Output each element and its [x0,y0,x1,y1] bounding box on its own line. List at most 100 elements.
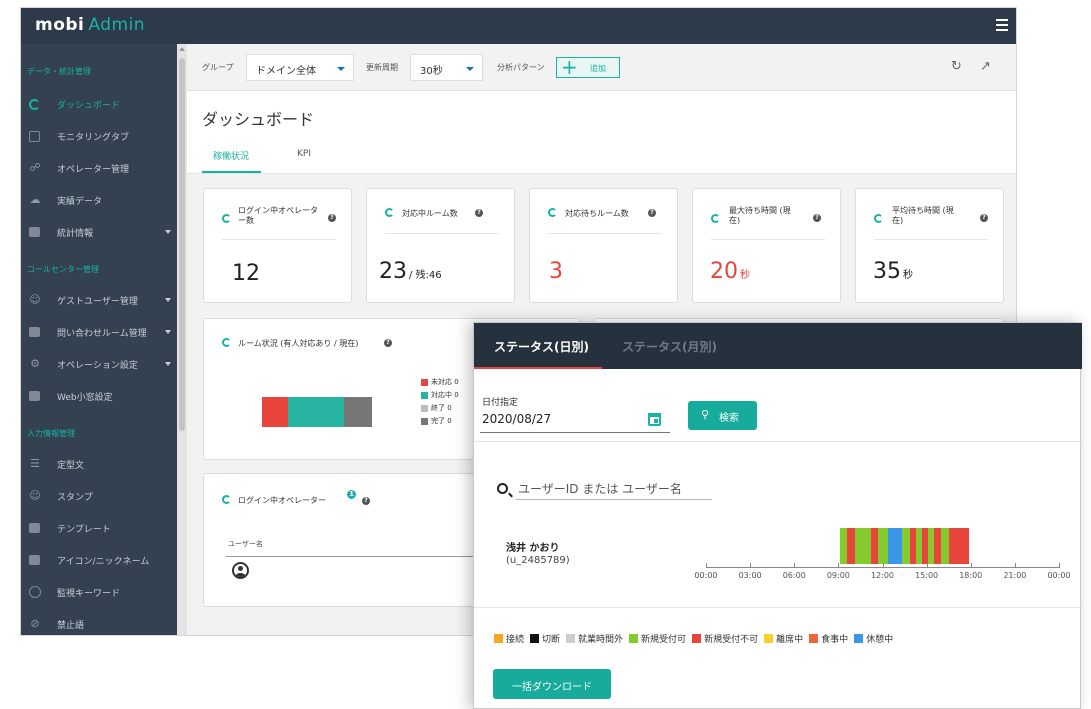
timeline-tick-label: 15:00 [915,571,939,580]
scrollbar-thumb[interactable] [179,58,185,431]
image-icon [29,523,40,533]
sidebar-item-label: 監視キーワード [57,588,121,599]
help-icon[interactable]: ? [813,214,821,222]
room-status-title: ルーム状況 (有人対応あり / 現在) [238,339,359,348]
sidebar-item-stamps[interactable]: ☺ スタンプ [21,482,177,510]
smiley-icon: ☺ [29,489,41,502]
bulk-download-button[interactable]: 一括ダウンロード [493,669,611,699]
legend-item: 食事中 [809,632,848,645]
sidebar-item-results[interactable]: ☁ 実績データ [21,186,177,214]
external-link-icon[interactable]: ↗ [980,59,991,74]
sidebar-item-icon-nickname[interactable]: アイコン/ニックネーム [21,546,177,574]
sidebar: データ・統計管理 ダッシュボード モニタリングタブ ☍ オペレーター管理 ☁ 実績デ… [21,44,177,635]
operators-title: ログイン中オペレーター [238,496,326,505]
help-icon[interactable]: ? [648,209,656,217]
timeline-tick-label: 00:00 [694,571,718,580]
sidebar-item-templates-text[interactable]: ☰ 定型文 [21,450,177,478]
help-icon[interactable]: ? [362,497,370,505]
legend-swatch [566,634,576,643]
kpi-value: 3 [549,259,563,284]
cloud-upload-icon: ☁ [29,193,41,206]
group-select[interactable]: ドメイン全体 [246,54,354,81]
kpi-label: 平均待ち時間 (現在) [892,206,954,225]
timeline-segment [933,528,942,564]
top-bar: mobi Admin [21,8,1016,44]
timeline-user-name: 浅井 かおり [506,543,560,554]
app-logo[interactable]: mobi Admin [35,15,145,35]
legend-item: 休憩中 [854,632,893,645]
sidebar-item-monitoring[interactable]: モニタリングタブ [21,122,177,150]
section-divider [474,607,1082,608]
sidebar-item-forbidden-words[interactable]: ⊘ 禁止語 [21,610,177,635]
legend-swatch [809,634,819,643]
timeline-tick-label: 12:00 [870,571,895,580]
sidebar-scrollbar[interactable] [177,44,187,635]
sidebar-item-keywords[interactable]: 監視キーワード [21,578,177,606]
column-header-user: ユーザー名 [228,540,263,548]
count-badge: 1 [347,490,356,499]
sidebar-item-label: 問い合わせルーム管理 [57,328,147,339]
bulk-download-label: 一括ダウンロード [512,682,592,693]
chevron-down-icon [337,67,345,71]
timeline-tick [838,563,840,568]
sidebar-item-operation-settings[interactable]: ⚙ オペレーション設定 [21,350,177,378]
sidebar-item-guest-users[interactable]: ☺ ゲストユーザー管理 [21,286,177,314]
legend-swatch [530,634,540,643]
timeline-segment [888,528,902,564]
sidebar-item-label: アイコン/ニックネーム [57,556,150,567]
sidebar-item-dashboard[interactable]: ダッシュボード [21,90,177,118]
refresh-icon[interactable]: ↻ [951,59,962,74]
tab-kpi[interactable]: KPI [297,149,311,159]
help-icon[interactable]: ? [384,339,392,347]
tab-status-daily[interactable]: ステータス(日別) [494,338,589,355]
refresh-select[interactable]: 30秒 [410,54,483,81]
section-divider [474,441,1082,442]
chevron-down-icon [466,67,474,71]
loading-ring-icon [548,208,557,217]
help-icon[interactable]: ? [475,209,483,217]
legend-swatch [764,634,774,643]
sidebar-item-operators[interactable]: ☍ オペレーター管理 [21,154,177,182]
timeline-tick [750,563,752,568]
help-icon[interactable]: ? [980,214,988,222]
sidebar-item-label: テンプレート [57,524,111,535]
legend-item: 切断 [530,632,560,645]
date-input[interactable]: 2020/08/27 [482,412,551,426]
kpi-label: 対応中ルーム数 [402,209,458,218]
help-icon[interactable]: ? [328,214,336,222]
add-pattern-button[interactable]: + 追加 [556,55,620,79]
page-title: ダッシュボード [202,110,315,129]
card-divider [385,233,499,234]
sidebar-item-label: 定型文 [57,460,85,471]
sidebar-section-data: データ・統計管理 [27,67,91,76]
search-button[interactable]: ⚲ 検索 [688,401,757,430]
sidebar-item-web-window[interactable]: Web小窓設定 [21,382,177,410]
sidebar-item-template[interactable]: テンプレート [21,514,177,542]
search-icon: ⚲ [701,408,710,421]
sidebar-item-stats[interactable]: 統計情報 [21,218,177,246]
kpi-value: 12 [232,261,260,286]
window-icon [29,391,40,401]
legend-item: 新規受付可 [629,632,686,645]
pattern-label: 分析パターン [497,63,545,72]
user-icon: ☺ [29,293,41,306]
list-icon: ☰ [30,457,40,470]
forbidden-icon: ⊘ [30,617,40,630]
card-divider [548,233,662,234]
timeline-tick-label: 06:00 [782,571,806,580]
legend-swatch [629,634,639,643]
user-search-input[interactable]: ユーザーID または ユーザー名 [518,480,682,497]
kpi-label: 最大待ち時間 (現在) [729,206,791,225]
sidebar-section-callcenter: コールセンター管理 [27,265,99,274]
sidebar-item-label: モニタリングタブ [57,132,130,143]
kpi-value: 35 秒 [873,259,913,284]
sidebar-item-label: Web小窓設定 [57,392,113,403]
timeline-user-id: (u_2485789) [506,555,570,566]
hamburger-menu-icon[interactable] [996,19,1008,34]
tab-operation-status[interactable]: 稼働状況 [213,149,249,162]
sidebar-item-rooms[interactable]: 問い合わせルーム管理 [21,318,177,346]
calendar-icon[interactable] [648,413,661,426]
tab-status-monthly[interactable]: ステータス(月別) [622,338,717,355]
legend-item: 就業時間外 [566,632,623,645]
status-panel: ステータス(日別) ステータス(月別) 日付指定 2020/08/27 ⚲ 検索… [473,322,1082,709]
